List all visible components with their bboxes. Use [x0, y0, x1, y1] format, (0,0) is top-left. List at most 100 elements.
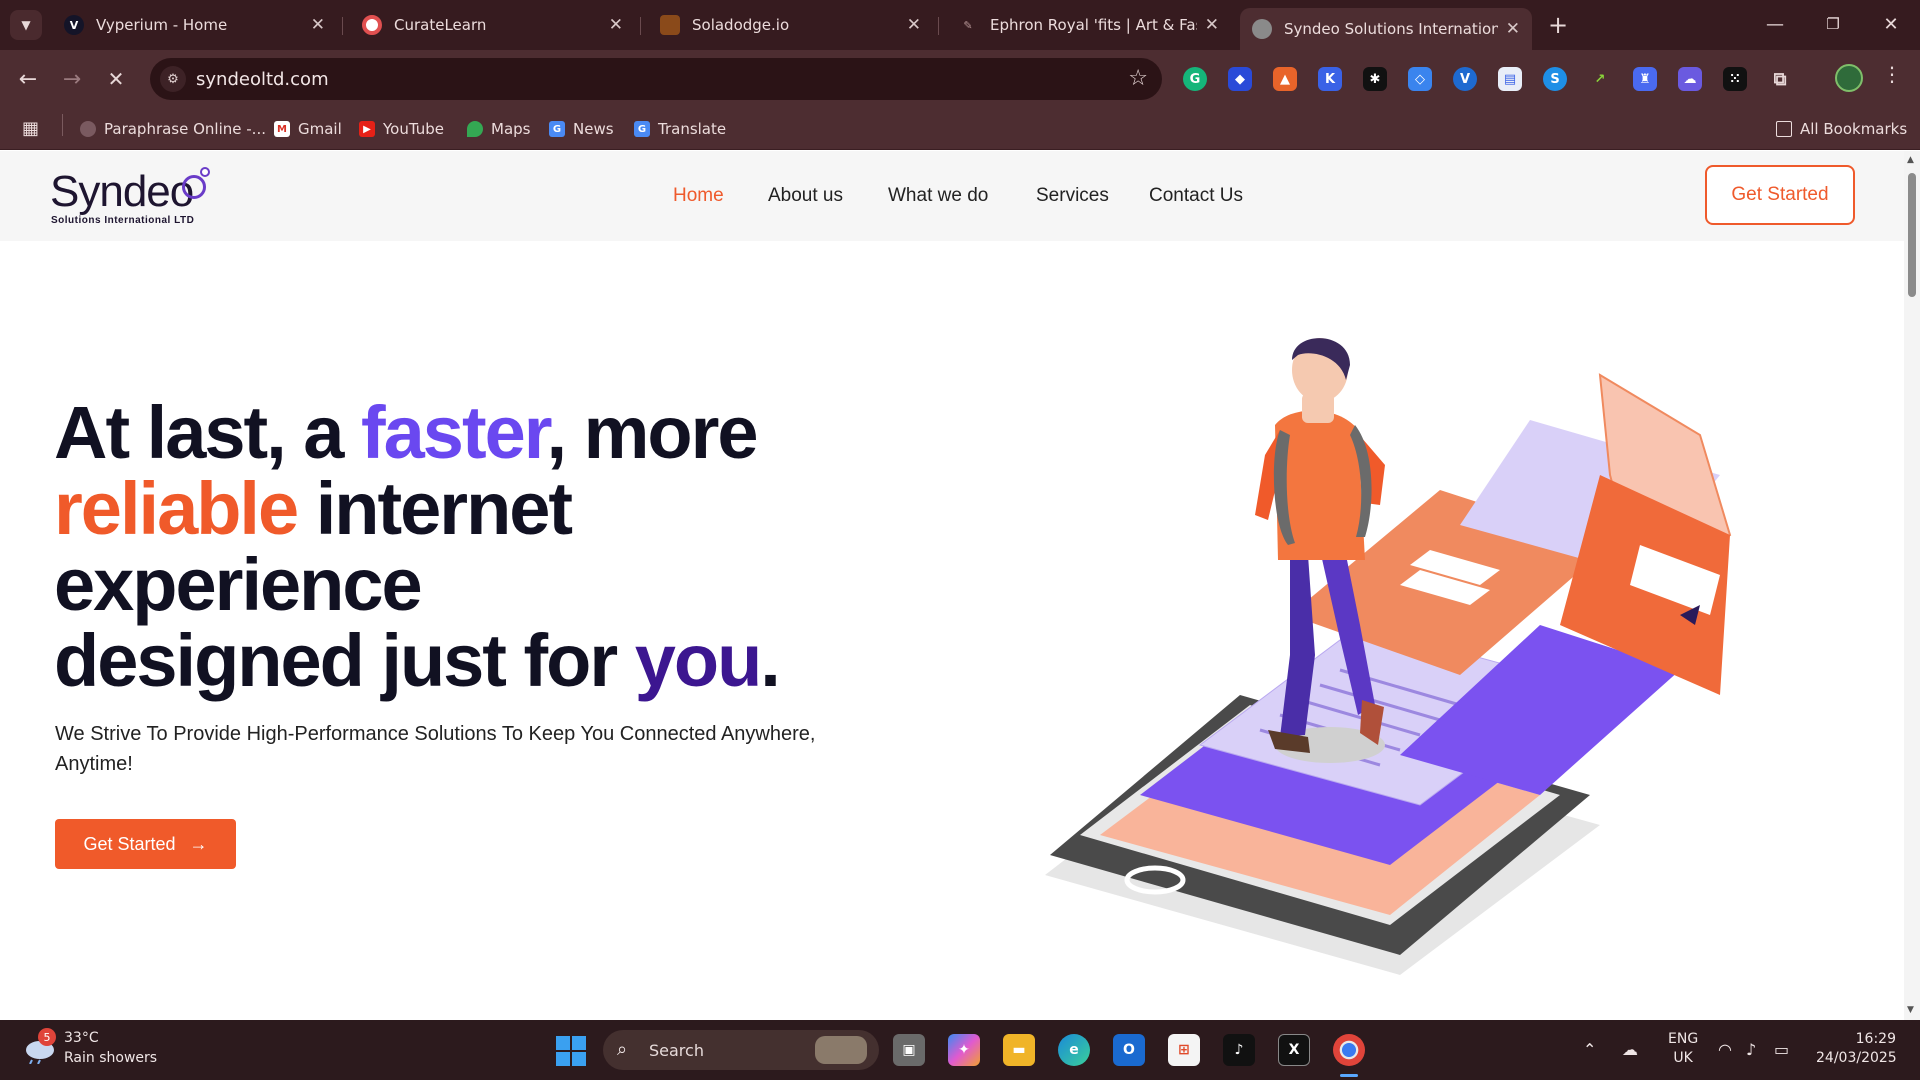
- headline-text: , more: [546, 391, 758, 474]
- task-view-icon[interactable]: ▣: [893, 1034, 925, 1066]
- bookmark-youtube[interactable]: ▶ YouTube: [359, 120, 444, 138]
- hero-get-started-button[interactable]: Get Started →: [55, 819, 236, 869]
- dots-extension-icon[interactable]: ⁙: [1723, 67, 1747, 91]
- apps-grid-icon[interactable]: ▦: [22, 118, 39, 139]
- tab-vyperium[interactable]: V Vyperium - Home ✕: [52, 8, 337, 42]
- tab-syndeo[interactable]: Syndeo Solutions International ✕: [1240, 8, 1532, 50]
- profile-avatar[interactable]: [1835, 64, 1863, 92]
- microsoft-store-icon[interactable]: ⊞: [1168, 1034, 1200, 1066]
- minimize-icon[interactable]: —: [1752, 8, 1798, 40]
- new-tab-plus-icon[interactable]: +: [1543, 10, 1573, 40]
- logo-ring-icon: [182, 175, 206, 199]
- tab-separator: [342, 17, 343, 35]
- tiktok-icon[interactable]: ♪: [1223, 1034, 1255, 1066]
- all-bookmarks-button[interactable]: All Bookmarks: [1776, 120, 1907, 138]
- show-hidden-icons-chevron[interactable]: ⌃: [1583, 1040, 1596, 1059]
- nav-about-us[interactable]: About us: [768, 185, 843, 207]
- tab-separator: [640, 17, 641, 35]
- onedrive-offline-icon[interactable]: ☁: [1622, 1040, 1638, 1059]
- browser-toolbar: ← → ✕ ⚙ syndeoltd.com ☆: [0, 50, 1920, 108]
- wifi-icon[interactable]: ◠: [1718, 1040, 1732, 1059]
- browser-menu-icon[interactable]: ⋮: [1882, 62, 1902, 86]
- copilot-icon[interactable]: ✦: [948, 1034, 980, 1066]
- tab-curatelearn[interactable]: CurateLearn ✕: [350, 8, 635, 42]
- cloud-extension-icon[interactable]: ☁: [1678, 67, 1702, 91]
- nav-what-we-do[interactable]: What we do: [888, 185, 988, 207]
- k-extension-icon[interactable]: K: [1318, 67, 1342, 91]
- search-label: Search: [649, 1041, 704, 1060]
- header-get-started-button[interactable]: Get Started: [1705, 165, 1855, 225]
- close-tab-icon[interactable]: ✕: [311, 15, 325, 35]
- logo-dot-icon: [200, 167, 210, 177]
- fox-extension-icon[interactable]: ▲: [1273, 67, 1297, 91]
- site-header: Syndeo Solutions International LTD Home …: [0, 151, 1904, 241]
- stop-loading-icon[interactable]: ✕: [100, 63, 132, 95]
- shazam-extension-icon[interactable]: S: [1543, 67, 1567, 91]
- volume-icon[interactable]: ♪: [1746, 1040, 1756, 1059]
- address-bar[interactable]: ⚙ syndeoltd.com ☆: [150, 58, 1162, 100]
- close-window-icon[interactable]: ✕: [1868, 8, 1914, 40]
- curatelearn-favicon: [362, 15, 382, 35]
- edge-browser-icon[interactable]: e: [1058, 1034, 1090, 1066]
- nav-contact-us[interactable]: Contact Us: [1149, 185, 1243, 207]
- v-extension-icon[interactable]: V: [1453, 67, 1477, 91]
- weather-description[interactable]: Rain showers: [64, 1050, 157, 1066]
- bookmark-label: Translate: [658, 120, 727, 138]
- bookmark-label: News: [573, 120, 614, 138]
- outlook-icon[interactable]: O: [1113, 1034, 1145, 1066]
- language-indicator[interactable]: ENG UK: [1668, 1030, 1698, 1068]
- battery-icon[interactable]: ▭: [1774, 1040, 1789, 1059]
- close-tab-icon[interactable]: ✕: [1205, 15, 1219, 35]
- helmet-extension-icon[interactable]: ♜: [1633, 67, 1657, 91]
- tab-ephron[interactable]: ✎ Ephron Royal 'fits | Art & Fashio ✕: [946, 8, 1231, 42]
- scroll-up-arrow-icon[interactable]: ▲: [1907, 155, 1914, 165]
- arrow-right-icon: →: [189, 833, 208, 854]
- page-viewport: Syndeo Solutions International LTD Home …: [0, 151, 1904, 1020]
- globe-favicon: [1252, 19, 1272, 39]
- blue-square-extension-icon[interactable]: ◇: [1408, 67, 1432, 91]
- scroll-down-arrow-icon[interactable]: ▼: [1907, 1005, 1914, 1015]
- syndeo-logo[interactable]: Syndeo Solutions International LTD: [50, 167, 240, 229]
- close-tab-icon[interactable]: ✕: [1506, 19, 1520, 39]
- site-info-icon[interactable]: ⚙: [160, 66, 186, 92]
- restore-icon[interactable]: ❐: [1810, 8, 1856, 40]
- grammarly-extension-icon[interactable]: G: [1183, 67, 1207, 91]
- bookmark-label: Maps: [491, 120, 531, 138]
- bookmark-gmail[interactable]: M Gmail: [274, 120, 342, 138]
- close-tab-icon[interactable]: ✕: [907, 15, 921, 35]
- back-arrow-icon[interactable]: ←: [12, 63, 44, 95]
- forward-arrow-icon[interactable]: →: [56, 63, 88, 95]
- chrome-icon[interactable]: [1333, 1034, 1365, 1066]
- bookmark-paraphrase[interactable]: Paraphrase Online -...: [80, 120, 266, 138]
- taskbar-search-box[interactable]: ⌕ Search: [603, 1030, 879, 1070]
- bookmark-translate[interactable]: G Translate: [634, 120, 726, 138]
- bookmark-star-icon[interactable]: ☆: [1128, 66, 1148, 91]
- soladodge-favicon: [660, 15, 680, 35]
- file-explorer-icon[interactable]: ▬: [1003, 1034, 1035, 1066]
- bookmark-maps[interactable]: Maps: [467, 120, 530, 138]
- snowflake-extension-icon[interactable]: ✱: [1363, 67, 1387, 91]
- tab-soladodge[interactable]: Soladodge.io ✕: [648, 8, 933, 42]
- nav-home[interactable]: Home: [673, 185, 724, 207]
- system-clock[interactable]: 16:29 24/03/2025: [1816, 1030, 1897, 1068]
- weather-temperature[interactable]: 33°C: [64, 1030, 99, 1046]
- close-tab-icon[interactable]: ✕: [609, 15, 623, 35]
- bookmark-news[interactable]: G News: [549, 120, 614, 138]
- translate-icon: G: [634, 121, 650, 137]
- headline-text: At last, a: [54, 391, 361, 474]
- tab-search-chevron-icon[interactable]: ▼: [10, 10, 42, 40]
- tab-strip: ▼ V Vyperium - Home ✕ CurateLearn ✕ Sola…: [0, 0, 1920, 50]
- windows-start-icon[interactable]: [556, 1036, 586, 1066]
- search-highlight-image: [815, 1036, 867, 1064]
- url-text[interactable]: syndeoltd.com: [196, 69, 329, 90]
- scrollbar-thumb[interactable]: [1908, 173, 1916, 297]
- x-twitter-icon[interactable]: X: [1278, 1034, 1310, 1066]
- shield-extension-icon[interactable]: ◆: [1228, 67, 1252, 91]
- chart-extension-icon[interactable]: ↗: [1588, 67, 1612, 91]
- extensions-puzzle-icon[interactable]: ⧉: [1768, 67, 1792, 91]
- document-extension-icon[interactable]: ▤: [1498, 67, 1522, 91]
- nav-services[interactable]: Services: [1036, 185, 1109, 207]
- gmail-icon: M: [274, 121, 290, 137]
- logo-tagline: Solutions International LTD: [51, 215, 195, 226]
- page-scrollbar[interactable]: ▲ ▼: [1904, 151, 1920, 1020]
